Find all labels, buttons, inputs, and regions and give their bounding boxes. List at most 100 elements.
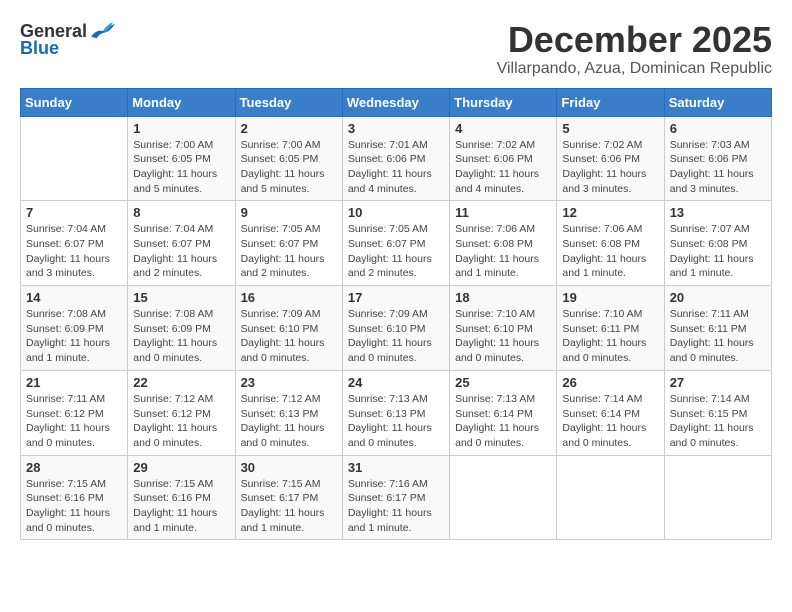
day-info: Sunrise: 7:05 AM Sunset: 6:07 PM Dayligh… [348, 222, 444, 281]
month-title: December 2025 [497, 20, 772, 60]
page-header: General Blue December 2025 Villarpando, … [20, 20, 772, 78]
calendar-cell: 16 Sunrise: 7:09 AM Sunset: 6:10 PM Dayli… [235, 286, 342, 371]
calendar-cell [664, 455, 771, 540]
calendar-cell: 5 Sunrise: 7:02 AM Sunset: 6:06 PM Daylig… [557, 116, 664, 201]
day-number: 10 [348, 205, 444, 220]
calendar-cell: 31 Sunrise: 7:16 AM Sunset: 6:17 PM Dayli… [342, 455, 449, 540]
calendar-header-row: SundayMondayTuesdayWednesdayThursdayFrid… [21, 88, 772, 116]
calendar-cell: 17 Sunrise: 7:09 AM Sunset: 6:10 PM Dayli… [342, 286, 449, 371]
calendar-cell: 27 Sunrise: 7:14 AM Sunset: 6:15 PM Dayli… [664, 370, 771, 455]
day-number: 5 [562, 121, 658, 136]
calendar-week-row: 14 Sunrise: 7:08 AM Sunset: 6:09 PM Dayli… [21, 286, 772, 371]
day-info: Sunrise: 7:01 AM Sunset: 6:06 PM Dayligh… [348, 138, 444, 197]
column-header-sunday: Sunday [21, 88, 128, 116]
day-number: 28 [26, 460, 122, 475]
day-info: Sunrise: 7:14 AM Sunset: 6:15 PM Dayligh… [670, 392, 766, 451]
calendar-cell [557, 455, 664, 540]
day-number: 24 [348, 375, 444, 390]
day-number: 17 [348, 290, 444, 305]
location-subtitle: Villarpando, Azua, Dominican Republic [497, 60, 772, 78]
logo-blue-text: Blue [20, 38, 59, 59]
day-number: 30 [241, 460, 337, 475]
day-info: Sunrise: 7:09 AM Sunset: 6:10 PM Dayligh… [241, 307, 337, 366]
day-number: 31 [348, 460, 444, 475]
day-info: Sunrise: 7:13 AM Sunset: 6:14 PM Dayligh… [455, 392, 551, 451]
calendar-cell: 1 Sunrise: 7:00 AM Sunset: 6:05 PM Daylig… [128, 116, 235, 201]
calendar-week-row: 7 Sunrise: 7:04 AM Sunset: 6:07 PM Daylig… [21, 201, 772, 286]
calendar-cell: 26 Sunrise: 7:14 AM Sunset: 6:14 PM Dayli… [557, 370, 664, 455]
calendar-cell: 18 Sunrise: 7:10 AM Sunset: 6:10 PM Dayli… [450, 286, 557, 371]
day-number: 19 [562, 290, 658, 305]
calendar-cell: 29 Sunrise: 7:15 AM Sunset: 6:16 PM Dayli… [128, 455, 235, 540]
day-info: Sunrise: 7:08 AM Sunset: 6:09 PM Dayligh… [133, 307, 229, 366]
day-info: Sunrise: 7:04 AM Sunset: 6:07 PM Dayligh… [133, 222, 229, 281]
logo-bird-icon [89, 20, 117, 42]
calendar-cell: 21Sunrise: 7:11 AM Sunset: 6:12 PM Dayli… [21, 370, 128, 455]
day-info: Sunrise: 7:09 AM Sunset: 6:10 PM Dayligh… [348, 307, 444, 366]
calendar-cell: 15Sunrise: 7:08 AM Sunset: 6:09 PM Dayli… [128, 286, 235, 371]
calendar-cell [21, 116, 128, 201]
calendar-cell: 2Sunrise: 7:00 AM Sunset: 6:05 PM Daylig… [235, 116, 342, 201]
day-info: Sunrise: 7:15 AM Sunset: 6:16 PM Dayligh… [26, 477, 122, 536]
day-number: 9 [241, 205, 337, 220]
day-info: Sunrise: 7:14 AM Sunset: 6:14 PM Dayligh… [562, 392, 658, 451]
day-number: 27 [670, 375, 766, 390]
calendar-cell: 24Sunrise: 7:13 AM Sunset: 6:13 PM Dayli… [342, 370, 449, 455]
calendar-cell: 12Sunrise: 7:06 AM Sunset: 6:08 PM Dayli… [557, 201, 664, 286]
day-info: Sunrise: 7:03 AM Sunset: 6:06 PM Dayligh… [670, 138, 766, 197]
day-info: Sunrise: 7:10 AM Sunset: 6:10 PM Dayligh… [455, 307, 551, 366]
column-header-monday: Monday [128, 88, 235, 116]
day-number: 16 [241, 290, 337, 305]
calendar-cell: 3 Sunrise: 7:01 AM Sunset: 6:06 PM Daylig… [342, 116, 449, 201]
calendar-cell: 7Sunrise: 7:04 AM Sunset: 6:07 PM Daylig… [21, 201, 128, 286]
day-number: 8 [133, 205, 229, 220]
day-info: Sunrise: 7:00 AM Sunset: 6:05 PM Dayligh… [133, 138, 229, 197]
calendar-cell: 11Sunrise: 7:06 AM Sunset: 6:08 PM Dayli… [450, 201, 557, 286]
day-info: Sunrise: 7:16 AM Sunset: 6:17 PM Dayligh… [348, 477, 444, 536]
day-number: 22 [133, 375, 229, 390]
calendar-cell: 28 Sunrise: 7:15 AM Sunset: 6:16 PM Dayli… [21, 455, 128, 540]
calendar-week-row: 28 Sunrise: 7:15 AM Sunset: 6:16 PM Dayli… [21, 455, 772, 540]
day-info: Sunrise: 7:15 AM Sunset: 6:17 PM Dayligh… [241, 477, 337, 536]
day-number: 6 [670, 121, 766, 136]
calendar-cell: 10 Sunrise: 7:05 AM Sunset: 6:07 PM Dayli… [342, 201, 449, 286]
logo: General Blue [20, 20, 117, 59]
calendar-cell [450, 455, 557, 540]
day-info: Sunrise: 7:00 AM Sunset: 6:05 PM Dayligh… [241, 138, 337, 197]
day-info: Sunrise: 7:12 AM Sunset: 6:12 PM Dayligh… [133, 392, 229, 451]
calendar-cell: 9Sunrise: 7:05 AM Sunset: 6:07 PM Daylig… [235, 201, 342, 286]
day-number: 21 [26, 375, 122, 390]
day-number: 20 [670, 290, 766, 305]
day-number: 3 [348, 121, 444, 136]
calendar-table: SundayMondayTuesdayWednesdayThursdayFrid… [20, 88, 772, 541]
day-number: 4 [455, 121, 551, 136]
calendar-week-row: 21Sunrise: 7:11 AM Sunset: 6:12 PM Dayli… [21, 370, 772, 455]
calendar-cell: 6 Sunrise: 7:03 AM Sunset: 6:06 PM Daylig… [664, 116, 771, 201]
day-number: 14 [26, 290, 122, 305]
calendar-cell: 22 Sunrise: 7:12 AM Sunset: 6:12 PM Dayli… [128, 370, 235, 455]
calendar-cell: 19 Sunrise: 7:10 AM Sunset: 6:11 PM Dayli… [557, 286, 664, 371]
day-info: Sunrise: 7:15 AM Sunset: 6:16 PM Dayligh… [133, 477, 229, 536]
calendar-cell: 13Sunrise: 7:07 AM Sunset: 6:08 PM Dayli… [664, 201, 771, 286]
calendar-week-row: 1 Sunrise: 7:00 AM Sunset: 6:05 PM Daylig… [21, 116, 772, 201]
column-header-wednesday: Wednesday [342, 88, 449, 116]
day-number: 7 [26, 205, 122, 220]
day-number: 13 [670, 205, 766, 220]
day-number: 29 [133, 460, 229, 475]
day-number: 26 [562, 375, 658, 390]
day-info: Sunrise: 7:10 AM Sunset: 6:11 PM Dayligh… [562, 307, 658, 366]
calendar-cell: 25Sunrise: 7:13 AM Sunset: 6:14 PM Dayli… [450, 370, 557, 455]
column-header-friday: Friday [557, 88, 664, 116]
day-info: Sunrise: 7:11 AM Sunset: 6:11 PM Dayligh… [670, 307, 766, 366]
day-number: 23 [241, 375, 337, 390]
column-header-tuesday: Tuesday [235, 88, 342, 116]
calendar-cell: 23 Sunrise: 7:12 AM Sunset: 6:13 PM Dayli… [235, 370, 342, 455]
day-number: 1 [133, 121, 229, 136]
day-info: Sunrise: 7:02 AM Sunset: 6:06 PM Dayligh… [562, 138, 658, 197]
day-number: 12 [562, 205, 658, 220]
calendar-cell: 14Sunrise: 7:08 AM Sunset: 6:09 PM Dayli… [21, 286, 128, 371]
day-info: Sunrise: 7:12 AM Sunset: 6:13 PM Dayligh… [241, 392, 337, 451]
day-number: 18 [455, 290, 551, 305]
column-header-thursday: Thursday [450, 88, 557, 116]
day-number: 11 [455, 205, 551, 220]
